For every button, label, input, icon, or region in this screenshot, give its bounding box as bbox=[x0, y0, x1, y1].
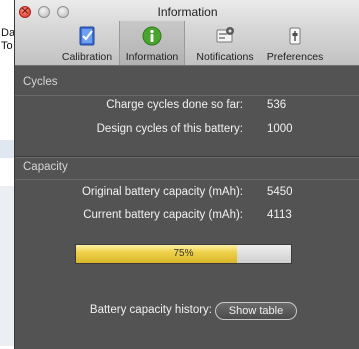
window-toolbar: Information Calibration Information bbox=[15, 0, 359, 66]
tab-notifications[interactable]: Notifications bbox=[187, 21, 263, 65]
divider bbox=[15, 179, 359, 180]
background-text-fragment: To bbox=[1, 40, 13, 52]
calibration-icon bbox=[79, 26, 95, 46]
info-icon bbox=[142, 26, 162, 46]
charge-cycles-row: Charge cycles done so far: 536 bbox=[15, 99, 359, 115]
background-text-fragment: Da bbox=[1, 27, 16, 39]
design-cycles-row: Design cycles of this battery: 1000 bbox=[15, 123, 359, 139]
tab-calibration[interactable]: Calibration bbox=[57, 21, 117, 65]
capacity-progress-bar: 75% bbox=[75, 244, 292, 264]
tab-preferences[interactable]: Preferences bbox=[263, 21, 327, 65]
tab-calibration-label: Calibration bbox=[61, 51, 113, 63]
divider bbox=[15, 95, 359, 96]
capacity-history-label: Battery capacity history: bbox=[89, 304, 212, 316]
tab-notifications-label: Notifications bbox=[196, 51, 254, 63]
original-capacity-row: Original battery capacity (mAh): 5450 bbox=[15, 186, 359, 202]
window-title: Information bbox=[157, 5, 218, 19]
original-capacity-value: 5450 bbox=[267, 186, 293, 198]
tab-information[interactable]: Information bbox=[119, 21, 185, 65]
charge-cycles-value: 536 bbox=[267, 99, 287, 111]
design-cycles-label: Design cycles of this battery: bbox=[96, 123, 243, 135]
notifications-icon bbox=[216, 27, 234, 43]
capacity-percent-text: 75% bbox=[173, 248, 194, 259]
tab-preferences-label: Preferences bbox=[266, 51, 324, 63]
design-cycles-value: 1000 bbox=[267, 123, 293, 135]
preferences-icon bbox=[289, 27, 301, 45]
tab-information-label: Information bbox=[125, 51, 179, 63]
current-capacity-value: 4113 bbox=[267, 209, 292, 221]
current-capacity-row: Current battery capacity (mAh): 4113 bbox=[15, 209, 359, 225]
charge-cycles-label: Charge cycles done so far: bbox=[106, 99, 243, 111]
show-table-button[interactable]: Show table bbox=[215, 302, 297, 320]
cycles-section-header: Cycles bbox=[23, 76, 58, 88]
current-capacity-label: Current battery capacity (mAh): bbox=[83, 209, 243, 221]
original-capacity-label: Original battery capacity (mAh): bbox=[81, 186, 243, 198]
information-window: Information Calibration Information bbox=[14, 0, 359, 349]
capacity-section-header: Capacity bbox=[23, 161, 68, 173]
